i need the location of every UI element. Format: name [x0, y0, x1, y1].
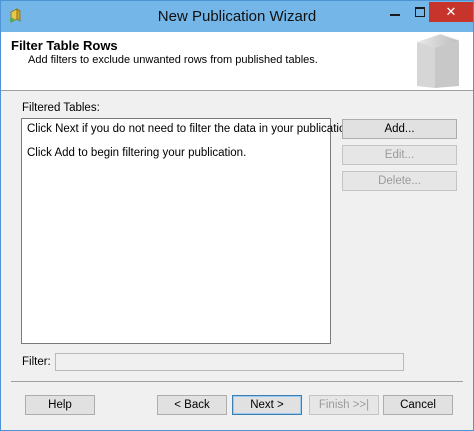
help-button[interactable]: Help	[25, 395, 95, 415]
close-button[interactable]: ✕	[429, 2, 473, 22]
wizard-app-icon	[9, 8, 21, 23]
next-button[interactable]: Next >	[232, 395, 302, 415]
minimize-button[interactable]	[382, 2, 408, 22]
close-icon: ✕	[445, 4, 457, 19]
finish-button[interactable]: Finish >>|	[309, 395, 379, 415]
add-button[interactable]: Add...	[342, 119, 457, 139]
wizard-header: Filter Table Rows Add filters to exclude…	[1, 32, 473, 91]
delete-button[interactable]: Delete...	[342, 171, 457, 191]
filtered-tables-list[interactable]: Click Next if you do not need to filter …	[21, 118, 355, 344]
page-subtitle: Add filters to exclude unwanted rows fro…	[28, 54, 318, 66]
wizard-window: New Publication Wizard ✕ Filter Table Ro…	[0, 0, 474, 431]
filtered-tables-label: Filtered Tables:	[22, 102, 100, 114]
cancel-button[interactable]: Cancel	[383, 395, 453, 415]
publication-book-icon	[417, 33, 460, 88]
list-item: Click Next if you do not need to filter …	[27, 123, 355, 135]
page-title: Filter Table Rows	[11, 38, 118, 53]
filter-label: Filter:	[22, 356, 51, 368]
back-button[interactable]: < Back	[157, 395, 227, 415]
list-item: Click Add to begin filtering your public…	[27, 147, 247, 159]
filter-field[interactable]	[55, 353, 404, 371]
edit-button[interactable]: Edit...	[342, 145, 457, 165]
footer-separator	[11, 381, 463, 382]
title-bar[interactable]: New Publication Wizard ✕	[1, 1, 473, 32]
